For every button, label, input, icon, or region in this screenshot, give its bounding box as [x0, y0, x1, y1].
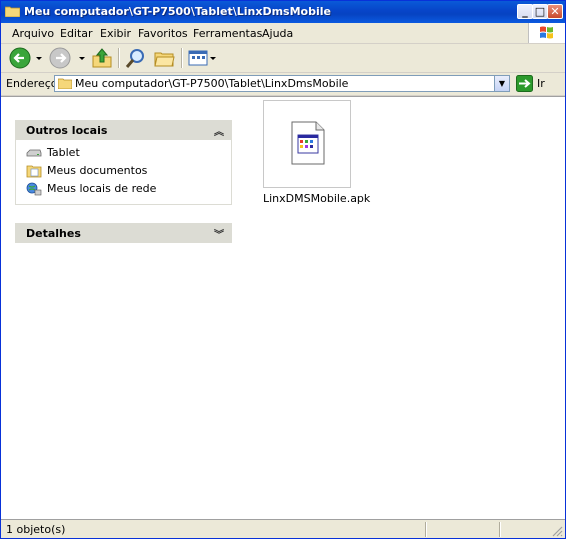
details-title: Detalhes	[26, 227, 81, 240]
back-icon[interactable]	[9, 47, 43, 69]
expand-chevron-icon[interactable]: ︾	[214, 226, 224, 241]
windows-logo	[528, 23, 565, 43]
go-button-label[interactable]: Ir	[537, 77, 545, 90]
search-icon[interactable]	[125, 47, 147, 69]
menu-favoritos[interactable]: Favoritos	[138, 27, 188, 40]
menu-exibir[interactable]: Exibir	[100, 27, 131, 40]
address-label: Endereço	[6, 77, 58, 90]
menu-arquivo[interactable]: Arquivo	[12, 27, 54, 40]
close-button[interactable]: ✕	[547, 4, 563, 19]
link-label: Tablet	[47, 146, 80, 159]
other-places-list: Tablet Meus documentos Meus locais de re…	[15, 140, 232, 205]
file-name[interactable]: LinxDMSMobile.apk	[263, 192, 370, 205]
views-icon[interactable]	[187, 47, 217, 69]
address-input[interactable]: Meu computador\GT-P7500\Tablet\LinxDmsMo…	[54, 75, 510, 92]
address-bar: Endereço Meu computador\GT-P7500\Tablet\…	[1, 73, 565, 96]
details-header[interactable]: Detalhes ︾	[15, 223, 232, 243]
menu-ajuda[interactable]: Ajuda	[262, 27, 293, 40]
folders-icon[interactable]	[153, 47, 175, 69]
file-item[interactable]: LinxDMSMobile.apk	[263, 100, 370, 205]
other-places-title: Outros locais	[26, 124, 108, 137]
status-divider	[425, 522, 427, 537]
content-area: Outros locais ︽ Tablet Meus documentos M…	[1, 96, 565, 520]
toolbar-separator	[118, 48, 120, 68]
menu-editar[interactable]: Editar	[60, 27, 93, 40]
network-places-icon	[26, 182, 42, 196]
toolbar	[1, 44, 565, 73]
status-bar: 1 objeto(s)	[1, 519, 565, 538]
status-divider	[499, 522, 501, 537]
windows-flag-icon	[540, 26, 553, 39]
other-places-header[interactable]: Outros locais ︽	[15, 120, 232, 140]
file-thumbnail[interactable]	[263, 100, 351, 188]
link-my-documents[interactable]: Meus documentos	[16, 162, 231, 180]
window-title: Meu computador\GT-P7500\Tablet\LinxDmsMo…	[24, 5, 331, 18]
toolbar-separator	[181, 48, 183, 68]
link-tablet[interactable]: Tablet	[16, 144, 231, 162]
drive-icon	[26, 149, 42, 157]
go-arrow-icon[interactable]	[516, 75, 533, 92]
address-dropdown-button[interactable]: ▼	[494, 76, 509, 91]
task-pane: Outros locais ︽ Tablet Meus documentos M…	[1, 97, 247, 520]
title-bar[interactable]: Meu computador\GT-P7500\Tablet\LinxDmsMo…	[1, 1, 565, 23]
my-documents-icon	[26, 165, 42, 178]
apk-file-icon	[291, 121, 325, 165]
explorer-window: Meu computador\GT-P7500\Tablet\LinxDmsMo…	[0, 0, 566, 539]
link-network-places[interactable]: Meus locais de rede	[16, 180, 231, 198]
menu-ferramentas[interactable]: Ferramentas	[193, 27, 262, 40]
forward-icon[interactable]	[49, 47, 87, 69]
folder-icon	[5, 6, 20, 17]
menu-bar: Arquivo Editar Exibir Favoritos Ferramen…	[1, 23, 565, 44]
link-label: Meus documentos	[47, 164, 148, 177]
resize-grip-icon[interactable]	[551, 525, 563, 537]
folder-icon	[58, 78, 72, 89]
other-places-panel: Outros locais ︽ Tablet Meus documentos M…	[15, 120, 232, 205]
collapse-chevron-icon[interactable]: ︽	[214, 123, 224, 138]
link-label: Meus locais de rede	[47, 182, 157, 195]
details-panel: Detalhes ︾	[15, 223, 232, 243]
status-object-count: 1 objeto(s)	[6, 523, 66, 536]
maximize-button[interactable]: □	[532, 4, 548, 19]
address-value: Meu computador\GT-P7500\Tablet\LinxDmsMo…	[75, 77, 349, 90]
minimize-button[interactable]: _	[517, 4, 533, 19]
up-folder-icon[interactable]	[91, 47, 113, 69]
